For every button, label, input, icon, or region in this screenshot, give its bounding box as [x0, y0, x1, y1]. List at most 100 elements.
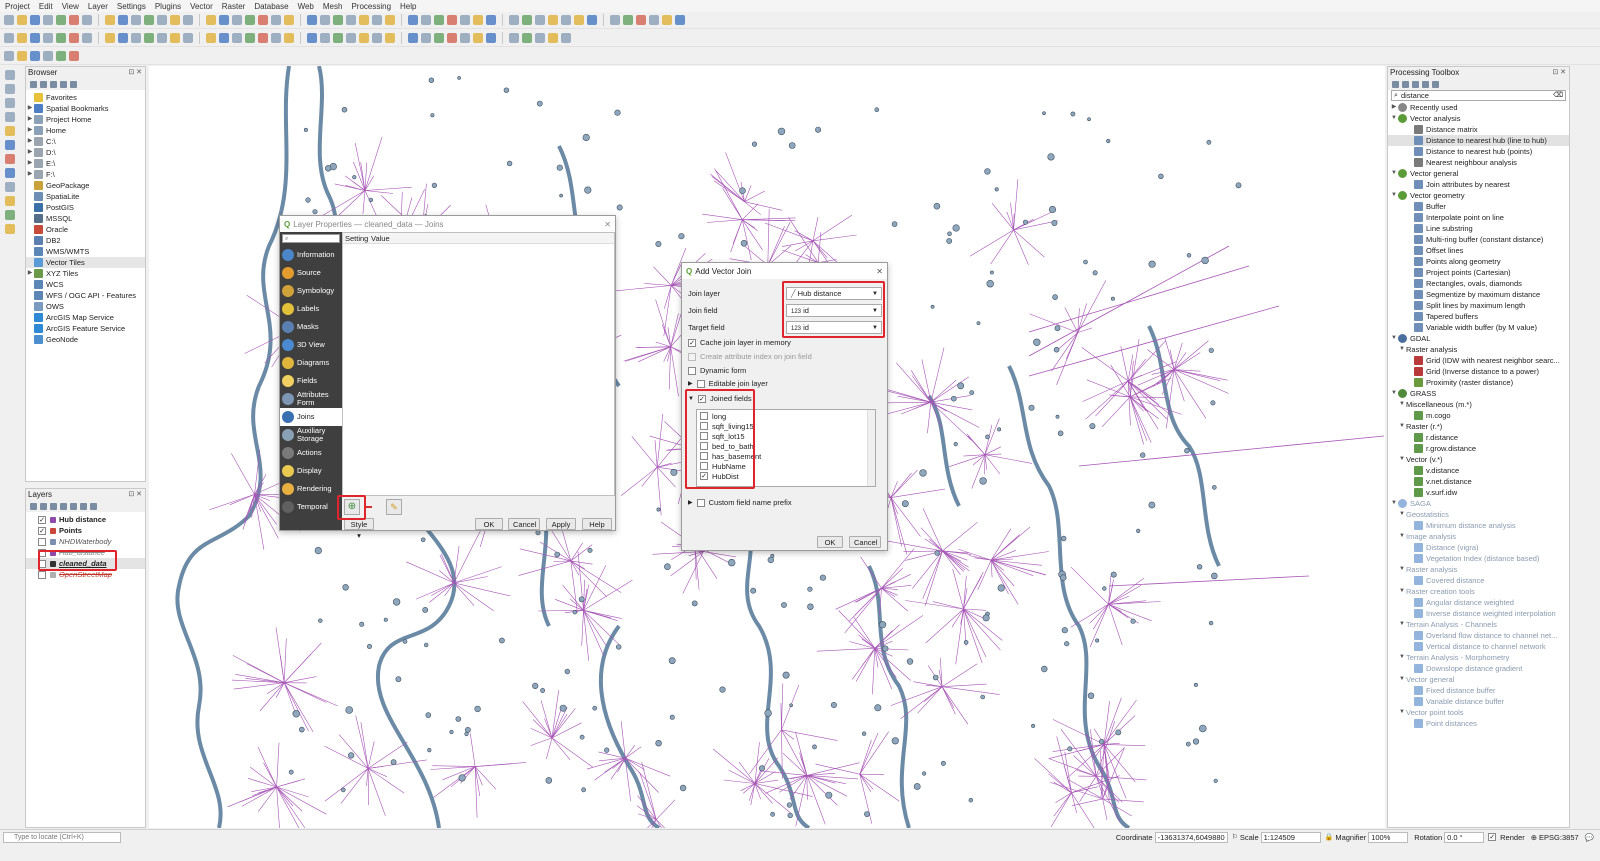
digitize-tool-icon[interactable] [5, 98, 15, 108]
edit-tool-icon[interactable] [307, 33, 317, 43]
toolbox-group[interactable]: ▼ Raster (r.*) [1388, 421, 1569, 432]
map-nav-tool-icon[interactable] [157, 15, 167, 25]
edit-tool-icon[interactable] [82, 33, 92, 43]
map-nav-tool-icon[interactable] [587, 15, 597, 25]
close-icon[interactable]: ✕ [604, 220, 611, 229]
expand-arrow-icon[interactable]: ▶ [26, 147, 34, 158]
toolbox-group[interactable]: ▼ Vector general [1388, 168, 1569, 179]
sidebar-item-temporal[interactable]: Temporal [280, 498, 342, 516]
map-nav-tool-icon[interactable] [434, 15, 444, 25]
expand-arrow-icon[interactable]: ▼ [1390, 168, 1398, 179]
map-nav-tool-icon[interactable] [574, 15, 584, 25]
map-nav-tool-icon[interactable] [30, 15, 40, 25]
toolbox-algorithm[interactable]: Offset lines [1388, 245, 1569, 256]
toolbox-algorithm[interactable]: Variable distance buffer [1388, 696, 1569, 707]
ok-button[interactable]: OK [475, 518, 503, 530]
options-icon[interactable] [1432, 81, 1439, 88]
sidebar-item-display[interactable]: Display [280, 462, 342, 480]
toolbox-algorithm[interactable]: Multi-ring buffer (constant distance) [1388, 234, 1569, 245]
toolbox-algorithm[interactable]: r.grow.distance [1388, 443, 1569, 454]
toolbox-group[interactable]: ▼ Vector general [1388, 674, 1569, 685]
browser-item[interactable]: ▶ D:\ [26, 147, 145, 158]
edit-tool-icon[interactable] [473, 33, 483, 43]
dynamic-form-checkbox[interactable]: Dynamic form [688, 366, 746, 375]
map-nav-tool-icon[interactable] [232, 15, 242, 25]
edit-tool-icon[interactable] [30, 33, 40, 43]
map-nav-tool-icon[interactable] [372, 15, 382, 25]
expand-arrow-icon[interactable]: ▶ [26, 169, 34, 180]
cancel-button[interactable]: Cancel [508, 518, 540, 530]
toolbox-group[interactable]: ▼ Raster analysis [1388, 564, 1569, 575]
edit-tool-icon[interactable] [522, 33, 532, 43]
edit-tool-icon[interactable] [183, 33, 193, 43]
sidebar-item-diagrams[interactable]: Diagrams [280, 354, 342, 372]
digitize-tool-icon[interactable] [5, 182, 15, 192]
toolbox-algorithm[interactable]: Vertical distance to channel network [1388, 641, 1569, 652]
map-nav-tool-icon[interactable] [460, 15, 470, 25]
edit-tool-icon[interactable] [219, 33, 229, 43]
map-nav-tool-icon[interactable] [548, 15, 558, 25]
sidebar-search-input[interactable]: ⌕ [282, 234, 340, 243]
map-nav-tool-icon[interactable] [183, 15, 193, 25]
menu-view[interactable]: View [62, 2, 79, 11]
map-nav-tool-icon[interactable] [105, 15, 115, 25]
edit-tool-icon[interactable] [372, 33, 382, 43]
expand-arrow-icon[interactable]: ▼ [1398, 619, 1406, 630]
expand-arrow-icon[interactable]: ▶ [26, 158, 34, 169]
toolbox-algorithm[interactable]: v.distance [1388, 465, 1569, 476]
field-checkbox[interactable]: ✓ [700, 472, 708, 480]
expand-arrow-icon[interactable]: ▶ [26, 125, 34, 136]
digitize-tool-icon[interactable] [5, 126, 15, 136]
browser-item[interactable]: Favorites [26, 92, 145, 103]
browser-item[interactable]: Oracle [26, 224, 145, 235]
select-tool-icon[interactable] [69, 51, 79, 61]
info-icon[interactable] [70, 81, 77, 88]
map-nav-tool-icon[interactable] [4, 15, 14, 25]
expand-arrow-icon[interactable]: ▶ [26, 103, 34, 114]
browser-item[interactable]: DB2 [26, 235, 145, 246]
edit-tool-icon[interactable] [320, 33, 330, 43]
browser-item[interactable]: WMS/WMTS [26, 246, 145, 257]
digitize-tool-icon[interactable] [5, 70, 15, 80]
toolbox-algorithm[interactable]: Distance to nearest hub (line to hub) [1388, 135, 1569, 146]
toolbox-algorithm[interactable]: Segmentize by maximum distance [1388, 289, 1569, 300]
edit-tool-icon[interactable] [258, 33, 268, 43]
digitize-tool-icon[interactable] [5, 224, 15, 234]
toolbox-algorithm[interactable]: Downslope distance gradient [1388, 663, 1569, 674]
expand-arrow-icon[interactable]: ▼ [1398, 421, 1406, 432]
map-nav-tool-icon[interactable] [473, 15, 483, 25]
style-dropdown-button[interactable]: Style ▾ [344, 518, 374, 540]
scripts-icon[interactable] [1402, 81, 1409, 88]
coordinate-field[interactable]: -13631374,6049880 [1154, 831, 1228, 843]
map-nav-tool-icon[interactable] [219, 15, 229, 25]
toolbox-algorithm[interactable]: Point distances [1388, 718, 1569, 729]
edit-tool-icon[interactable] [4, 33, 14, 43]
toolbox-algorithm[interactable]: Overland flow distance to channel net... [1388, 630, 1569, 641]
locator-input[interactable]: Type to locate (Ctrl+K) [3, 831, 121, 843]
map-nav-tool-icon[interactable] [486, 15, 496, 25]
browser-item[interactable]: WCS [26, 279, 145, 290]
rotation-field[interactable]: 0.0 ° [1444, 831, 1485, 843]
add-icon[interactable] [40, 81, 47, 88]
join-cancel-button[interactable]: Cancel [849, 536, 881, 548]
select-tool-icon[interactable] [30, 51, 40, 61]
layer-visibility-checkbox[interactable] [38, 537, 46, 546]
toolbox-algorithm[interactable]: Grid (IDW with nearest neighbor searc... [1388, 355, 1569, 366]
menu-processing[interactable]: Processing [351, 2, 391, 11]
editable-join-group[interactable]: ▶ Editable join layer [688, 379, 768, 388]
digitize-tool-icon[interactable] [5, 210, 15, 220]
toolbox-algorithm[interactable]: Rectangles, ovals, diamonds [1388, 278, 1569, 289]
layer-item[interactable]: Hub_distance [26, 547, 145, 558]
browser-item[interactable]: GeoPackage [26, 180, 145, 191]
browser-item[interactable]: ▶ Project Home [26, 114, 145, 125]
expand-arrow-icon[interactable]: ▶ [26, 268, 34, 279]
toolbox-algorithm[interactable]: Buffer [1388, 201, 1569, 212]
menu-help[interactable]: Help [400, 2, 416, 11]
toolbox-group[interactable]: ▼ Vector geometry [1388, 190, 1569, 201]
map-nav-tool-icon[interactable] [170, 15, 180, 25]
filter-icon[interactable] [60, 503, 67, 510]
map-nav-tool-icon[interactable] [271, 15, 281, 25]
map-nav-tool-icon[interactable] [320, 15, 330, 25]
toolbox-algorithm[interactable]: Points along geometry [1388, 256, 1569, 267]
toolbox-group[interactable]: ▼ SAGA [1388, 498, 1569, 509]
